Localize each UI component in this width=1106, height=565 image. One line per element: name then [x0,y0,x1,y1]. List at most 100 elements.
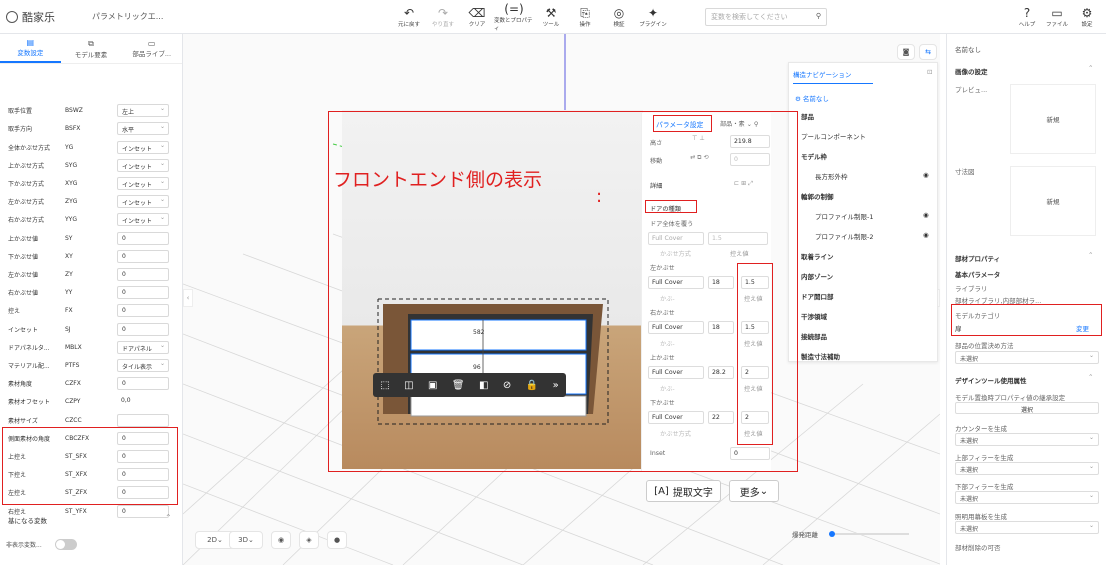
info-icon[interactable]: ● [327,531,347,549]
tab-variables[interactable]: ▤ 変数設定 [0,34,61,63]
chevron-up-icon[interactable]: ⌃ [165,513,172,522]
vars-button[interactable]: (=) 変数とプロパティ [494,2,534,32]
settings-button[interactable]: ⚙ 設定 [1072,3,1102,31]
variable-value[interactable]: 0 [117,376,169,390]
upper-filler-select[interactable]: 未選択 [955,462,1099,475]
layers-icon[interactable]: ◈ [299,531,319,549]
nav-item[interactable]: 輪郭の制御 [801,191,834,201]
variable-row: 取手位置 BSWZ 左上 [0,101,180,119]
nav-item[interactable]: プールコンポーネント [801,131,866,141]
variable-value[interactable]: 左上 [117,103,169,117]
dim-drawing-new-button[interactable]: 新規 [1010,166,1096,236]
undo-button[interactable]: ↶ 元に戻す [392,3,426,31]
variable-row: 下かぶせ値 XY 0 [0,247,180,265]
variable-row: 素材角度 CZFX 0 [0,374,180,392]
variable-name: 全体かぶせ方式 [8,144,51,152]
component-name[interactable]: 名前なし [955,44,981,54]
nav-title[interactable]: 構造ナビゲーション [793,69,873,84]
select-button[interactable]: 選択 [955,402,1099,414]
eye-icon[interactable]: ◉ [923,211,929,219]
variable-row: 控え FX 0 [0,301,180,319]
camera-icon[interactable]: ◙ [897,44,915,60]
nav-item[interactable]: 内部ゾーン [801,271,833,281]
nav-item[interactable]: プロファイル制限-2 ◉ [815,231,929,241]
ocr-button[interactable]: [A] 提取文字 [646,480,721,502]
hidden-vars-toggle[interactable] [55,539,77,550]
eye-icon[interactable]: ◉ [271,531,291,549]
verify-menu[interactable]: ◎ 検証 [602,3,636,31]
nav-item[interactable]: 干渉領域 [801,311,827,321]
app-logo[interactable]: 酷家乐 [6,9,55,25]
nav-item[interactable]: 部品 [801,111,814,121]
variable-row: 全体かぶせ方式 YG インセット [0,138,180,156]
variable-value[interactable]: インセット [117,194,169,208]
tree-icon[interactable]: ⇆ [919,44,937,60]
tab-model-elements[interactable]: ⧉ モデル要素 [61,34,122,63]
variable-row: 右かぶせ値 YY 0 [0,283,180,301]
base-vars-section[interactable]: 基になる変数 [8,515,47,525]
structure-nav-panel: 構造ナビゲーション ⊡ ⚙ 名前なし部品プールコンポーネント モデル枠長方形外枠 … [788,62,938,362]
clear-button[interactable]: ⌫ クリア [460,3,494,31]
nav-item[interactable]: プロファイル制限-1 ◉ [815,211,929,221]
nav-item[interactable]: 接続部品 [801,331,827,341]
project-title[interactable]: パラメトリックエ... [92,11,163,22]
nav-item[interactable]: 長方形外枠 ◉ [815,171,929,181]
variable-value[interactable]: 水平 [117,121,169,135]
variable-value[interactable]: ドアパネル [117,340,169,354]
slider-handle[interactable] [829,531,835,537]
nav-item[interactable]: 取着ライン [801,251,834,261]
operation-menu[interactable]: ⎘ 操作 [568,3,602,31]
chevron-up-icon[interactable]: ⌃ [1088,64,1093,72]
nav-item[interactable]: ドア開口部 [801,291,834,301]
variable-value[interactable]: 0,0 [117,395,169,408]
plugin-menu[interactable]: ✦ プラグイン [636,3,670,31]
collapse-left-button[interactable]: ‹ [183,289,193,307]
variable-value[interactable]: タイル表示 [117,358,169,372]
view-3d-button[interactable]: 3D ⌄ [229,531,263,549]
counter-select[interactable]: 未選択 [955,433,1099,446]
help-menu[interactable]: ? ヘルプ [1012,3,1042,31]
nav-item[interactable]: モデル枠 [801,151,827,161]
variable-value[interactable]: インセット [117,158,169,172]
variable-value[interactable]: インセット [117,212,169,226]
more-button[interactable]: 更多 ⌄ [729,480,779,502]
variable-code: CZPY [65,397,81,405]
chevron-up-icon[interactable]: ⌃ [1088,373,1093,381]
explode-slider[interactable] [829,531,909,537]
nav-item[interactable]: 製造寸法補助 [801,351,840,361]
variable-name: 取手方向 [8,125,33,133]
variable-code: BSFX [65,124,81,132]
redo-button[interactable]: ↷ やり直す [426,3,460,31]
file-menu[interactable]: ▭ ファイル [1042,3,1072,31]
variable-value[interactable]: 0 [117,303,169,317]
variable-value[interactable] [117,413,169,427]
variable-value[interactable]: 0 [117,504,169,518]
eye-icon[interactable]: ◉ [923,171,929,179]
eye-icon[interactable]: ◉ [923,231,929,239]
pin-icon[interactable]: ⊡ [927,68,932,76]
variable-value[interactable]: 0 [117,285,169,299]
position-select[interactable]: 未選択 [955,351,1099,364]
nav-root[interactable]: ⚙ 名前なし [795,93,829,103]
variable-search-input[interactable]: 変数を検索してください ⚲ [705,8,827,26]
tab-parts-library[interactable]: ▭ 部品ライブ... [121,34,182,63]
highlight-frontend-area [328,111,798,472]
lighting-select[interactable]: 未選択 [955,521,1099,534]
position-label: 部品の位置決め方法 [955,342,1014,350]
variable-name: 控え [8,307,21,315]
variable-value[interactable]: 0 [117,249,169,263]
variable-value[interactable]: 0 [117,322,169,336]
library-label: ライブラリ [955,285,988,293]
variable-value[interactable]: インセット [117,176,169,190]
highlight-model-category [951,304,1102,336]
preview-new-button[interactable]: 新規 [1010,84,1096,154]
tool-menu[interactable]: ⚒ ツール [534,3,568,31]
variable-value[interactable]: 0 [117,231,169,245]
variable-code: YG [65,143,74,151]
variable-name: 下かぶせ方式 [8,180,45,188]
variable-value[interactable]: インセット [117,140,169,154]
variable-value[interactable]: 0 [117,267,169,281]
lower-filler-select[interactable]: 未選択 [955,491,1099,504]
variable-name: 右かぶせ値 [8,289,39,297]
chevron-up-icon[interactable]: ⌃ [1088,251,1093,259]
